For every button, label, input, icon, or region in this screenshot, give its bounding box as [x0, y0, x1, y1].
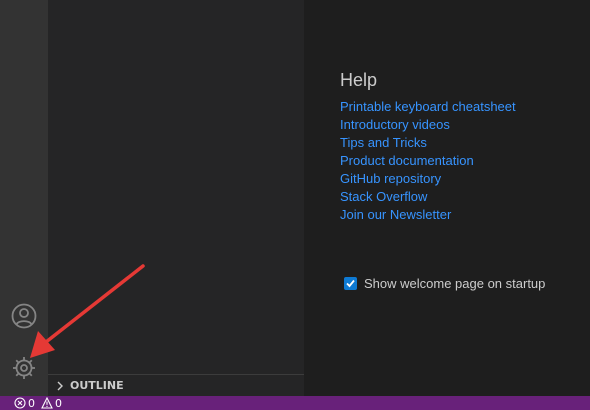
problems-warnings[interactable]: 0: [41, 397, 62, 410]
show-welcome-checkbox[interactable]: [344, 277, 357, 290]
activity-bar: [0, 0, 48, 396]
link-product-documentation[interactable]: Product documentation: [340, 152, 516, 170]
help-links-list: Printable keyboard cheatsheet Introducto…: [340, 98, 516, 224]
link-newsletter[interactable]: Join our Newsletter: [340, 206, 516, 224]
show-welcome-label: Show welcome page on startup: [364, 276, 546, 291]
error-icon: [14, 397, 26, 409]
link-keyboard-cheatsheet[interactable]: Printable keyboard cheatsheet: [340, 98, 516, 116]
link-github-repository[interactable]: GitHub repository: [340, 170, 516, 188]
problems-errors[interactable]: 0: [14, 397, 35, 410]
outline-label: OUTLINE: [70, 379, 124, 392]
sidebar: OUTLINE: [48, 0, 304, 396]
help-heading: Help: [340, 70, 378, 90]
account-icon[interactable]: [10, 302, 38, 330]
welcome-editor: Help Printable keyboard cheatsheet Intro…: [304, 0, 590, 396]
error-count: 0: [28, 396, 35, 410]
gear-icon[interactable]: [10, 354, 38, 382]
link-introductory-videos[interactable]: Introductory videos: [340, 116, 516, 134]
warning-count: 0: [55, 396, 62, 410]
checkmark-icon: [346, 279, 355, 288]
link-tips-and-tricks[interactable]: Tips and Tricks: [340, 134, 516, 152]
warning-icon: [41, 397, 53, 409]
status-bar: 0 0: [0, 396, 590, 410]
chevron-right-icon: [57, 381, 63, 390]
show-welcome-row: Show welcome page on startup: [344, 276, 545, 291]
outline-section-header[interactable]: OUTLINE: [48, 374, 304, 396]
link-stack-overflow[interactable]: Stack Overflow: [340, 188, 516, 206]
